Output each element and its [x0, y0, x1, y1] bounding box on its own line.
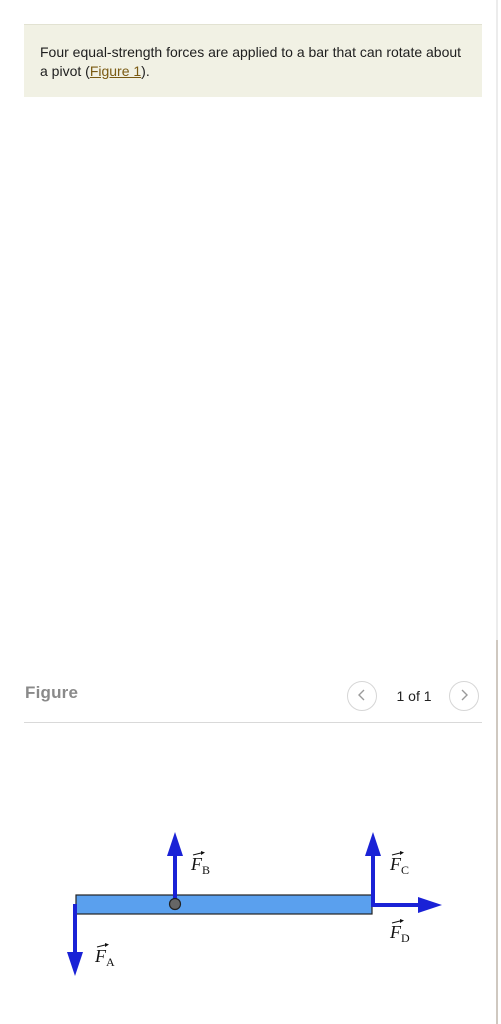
figure-link[interactable]: Figure 1 — [90, 63, 141, 79]
force-a-arrow — [67, 904, 83, 976]
pivot-point — [168, 897, 182, 911]
svg-text:C: C — [401, 863, 409, 877]
svg-text:D: D — [401, 931, 410, 945]
next-figure-button[interactable] — [449, 681, 479, 711]
force-b-label: F B — [190, 851, 210, 877]
chevron-left-icon — [357, 688, 367, 704]
problem-text-end: ). — [141, 63, 150, 79]
previous-figure-button[interactable] — [347, 681, 377, 711]
figure-page-indicator: 1 of 1 — [396, 688, 432, 704]
force-b-arrow — [167, 832, 183, 904]
force-diagram: F A F B F C F D — [67, 832, 442, 976]
force-c-label: F C — [389, 851, 409, 877]
force-c-arrow — [365, 832, 381, 904]
figure-divider — [24, 722, 482, 723]
force-d-arrow — [371, 897, 442, 913]
bar — [75, 894, 373, 915]
chevron-right-icon — [459, 688, 469, 704]
problem-statement: Four equal-strength forces are applied t… — [24, 24, 482, 97]
force-a-label: F A — [94, 943, 115, 969]
force-d-label: F D — [389, 919, 410, 945]
svg-text:A: A — [106, 955, 115, 969]
figure-panel-title: Figure — [25, 683, 79, 702]
svg-text:B: B — [202, 863, 210, 877]
